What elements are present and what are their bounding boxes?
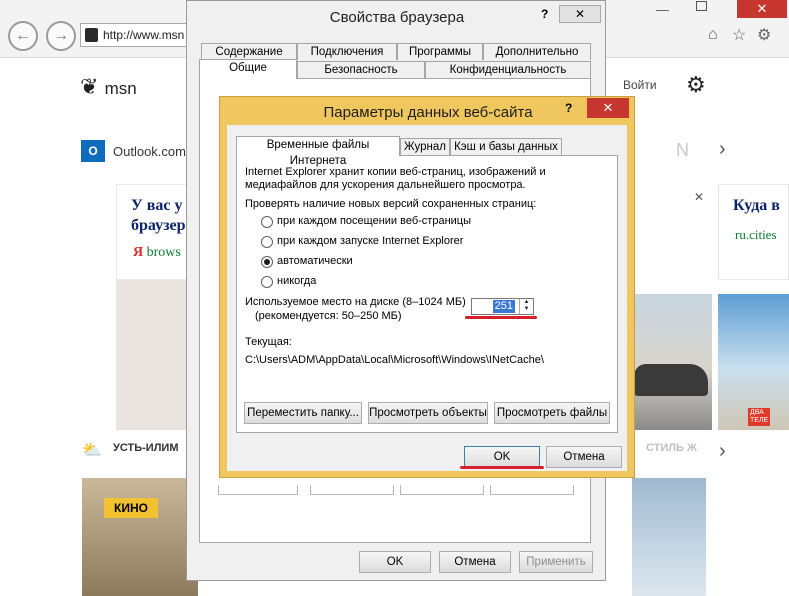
- msn-logo-text: msn: [104, 79, 137, 98]
- browser-props-cancel-button[interactable]: Отмена: [439, 551, 511, 573]
- ad-badge: ДВА ТЕЛЕ: [748, 408, 771, 426]
- stepper-arrows-icon[interactable]: ▲ ▼: [519, 299, 533, 314]
- back-arrow-icon[interactable]: ←: [8, 21, 38, 51]
- check-label: Проверять наличие новых версий сохраненн…: [245, 198, 537, 210]
- address-text: http://www.msn: [103, 28, 185, 42]
- option-automatic[interactable]: автоматически: [277, 255, 353, 267]
- next-arrow-icon-2[interactable]: ›: [719, 440, 726, 463]
- site-data-ok-button[interactable]: OK: [464, 446, 540, 468]
- signin-link[interactable]: Войти: [623, 78, 657, 92]
- forward-arrow-icon[interactable]: →: [46, 21, 76, 51]
- butterfly-icon: ❦: [80, 74, 99, 99]
- settings-gear-icon[interactable]: ⚙: [757, 25, 771, 45]
- home-icon[interactable]: ⌂: [708, 26, 718, 44]
- news-source-left: Я brows: [133, 245, 181, 260]
- msn-logo[interactable]: ❦ msn: [80, 74, 137, 100]
- radio-every-visit[interactable]: [261, 216, 273, 228]
- disk-space-label: Используемое место на диске (8–1024 МБ): [245, 296, 466, 308]
- car-shape: [634, 364, 708, 396]
- site-data-cancel-button[interactable]: Отмена: [546, 446, 622, 468]
- news-source-right: ru.cities: [735, 227, 777, 242]
- sky-image[interactable]: [632, 478, 706, 596]
- weather-sun-icon: ⛅: [82, 442, 102, 459]
- news-headline-left-1: У вас у: [131, 197, 183, 214]
- style-section-label[interactable]: СТИЛЬ Ж: [646, 442, 697, 454]
- view-objects-button[interactable]: Просмотреть объекты: [368, 402, 488, 424]
- close-window-icon[interactable]: ✕: [737, 0, 787, 18]
- radio-every-start[interactable]: [261, 236, 273, 248]
- tab-security[interactable]: Безопасность: [297, 61, 425, 79]
- disk-space-stepper[interactable]: 251 ▲ ▼: [471, 298, 534, 315]
- radio-never[interactable]: [261, 276, 273, 288]
- outlook-link[interactable]: Outlook.com: [113, 144, 186, 159]
- kino-image[interactable]: КИНО: [82, 478, 198, 596]
- address-bar[interactable]: http://www.msn: [80, 23, 192, 47]
- site-data-title: Параметры данных веб-сайта: [323, 104, 533, 121]
- browser-props-ok-button[interactable]: OK: [359, 551, 431, 573]
- news-image-right: ДВА ТЕЛЕ: [718, 294, 789, 430]
- hidden-button-stub-3: [400, 485, 484, 495]
- help-icon[interactable]: ?: [541, 7, 548, 21]
- tab-advanced[interactable]: Дополнительно: [483, 43, 591, 60]
- next-arrow-icon[interactable]: ›: [719, 138, 726, 161]
- site-data-help-icon[interactable]: ?: [565, 101, 572, 115]
- outlook-icon[interactable]: O: [81, 140, 105, 162]
- msn-gear-icon[interactable]: ⚙: [686, 72, 706, 98]
- tab-cache-db[interactable]: Кэш и базы данных: [450, 138, 562, 156]
- news-headline-right: Куда в: [733, 197, 780, 214]
- tab-programs[interactable]: Программы: [397, 43, 483, 60]
- car-image: [632, 294, 712, 430]
- news-card-left[interactable]: У вас у браузер Я brows: [116, 184, 196, 280]
- dialog-close-icon[interactable]: ✕: [559, 5, 601, 23]
- tab-connections[interactable]: Подключения: [297, 43, 397, 60]
- tab-temp-files[interactable]: Временные файлы Интернета: [236, 136, 400, 167]
- radio-automatic[interactable]: [261, 256, 273, 268]
- news-headline-left-2: браузер: [131, 217, 186, 234]
- hidden-button-stub-4: [490, 485, 574, 495]
- tab-content[interactable]: Содержание: [201, 43, 297, 60]
- favorites-star-icon[interactable]: ☆: [732, 25, 746, 45]
- highlight-underline-disk: [465, 316, 537, 319]
- card-close-icon[interactable]: ✕: [694, 190, 704, 204]
- onenote-icon[interactable]: N: [676, 140, 689, 161]
- maximize-icon[interactable]: [696, 1, 707, 11]
- highlight-underline-ok: [460, 466, 544, 469]
- view-files-button[interactable]: Просмотреть файлы: [494, 402, 610, 424]
- option-never[interactable]: никогда: [277, 275, 316, 287]
- window-controls: — ✕: [642, 0, 789, 20]
- option-every-start[interactable]: при каждом запуске Internet Explorer: [277, 235, 463, 247]
- weather-city[interactable]: УСТЬ-ИЛИМ: [113, 442, 179, 454]
- site-favicon-icon: [85, 28, 98, 42]
- tab-privacy[interactable]: Конфиденциальность: [425, 61, 591, 79]
- tab-history[interactable]: Журнал: [400, 138, 450, 156]
- minimize-icon[interactable]: —: [656, 2, 669, 17]
- disk-space-recommended: (рекомендуется: 50–250 МБ): [255, 310, 402, 322]
- disk-space-value[interactable]: 251: [492, 300, 515, 313]
- description-line-2: медиафайлов для ускорения дальнейшего пр…: [245, 179, 526, 191]
- move-folder-button[interactable]: Переместить папку...: [244, 402, 362, 424]
- current-location-path: C:\Users\ADM\AppData\Local\Microsoft\Win…: [245, 354, 544, 366]
- site-data-dialog: Параметры данных веб-сайта ? ✕ Временные…: [219, 96, 635, 478]
- current-location-label: Текущая:: [245, 336, 292, 348]
- browser-props-apply-button[interactable]: Применить: [519, 551, 593, 573]
- kino-badge: КИНО: [104, 498, 158, 518]
- hidden-button-stub: [218, 485, 298, 495]
- news-image-left: [116, 280, 196, 430]
- news-card-right[interactable]: Куда в ru.cities: [718, 184, 789, 280]
- site-data-close-icon[interactable]: ✕: [587, 98, 629, 118]
- hidden-button-stub-2: [310, 485, 394, 495]
- temp-files-panel: Internet Explorer хранит копии веб-стран…: [236, 155, 618, 433]
- yandex-icon: Я: [133, 245, 144, 260]
- option-every-visit[interactable]: при каждом посещении веб-страницы: [277, 215, 471, 227]
- site-data-body: Временные файлы Интернета Журнал Кэш и б…: [227, 125, 627, 471]
- tab-general[interactable]: Общие: [199, 59, 297, 79]
